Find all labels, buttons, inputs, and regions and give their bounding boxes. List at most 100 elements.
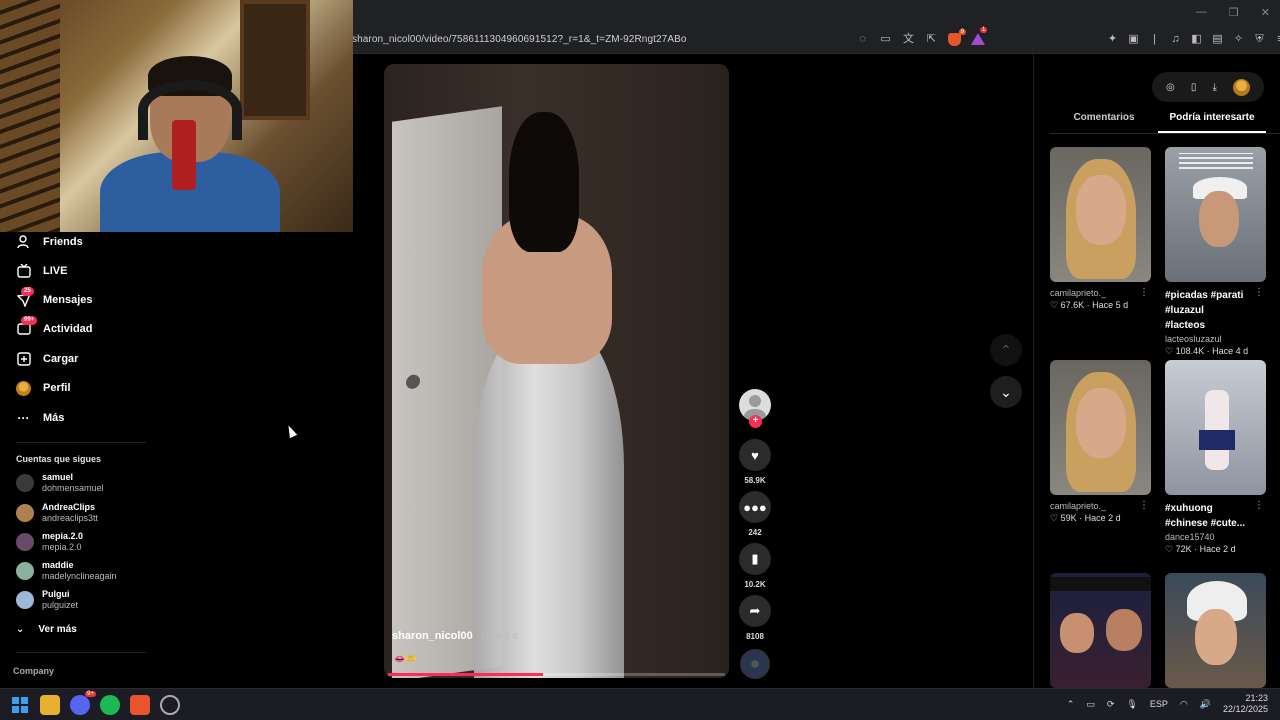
like-button[interactable]: ♥: [739, 439, 771, 471]
brave-shield-icon[interactable]: 9: [948, 29, 966, 46]
more-options-icon[interactable]: ⋮: [1254, 500, 1264, 511]
mic-icon[interactable]: 🎙: [1126, 699, 1137, 710]
recommended-card[interactable]: ⋮ camilaprieto._ ♡ 67.6K · Hace 5 d: [1050, 147, 1151, 311]
translate-icon[interactable]: 文: [902, 33, 915, 46]
comment-button[interactable]: ●●●: [739, 491, 771, 523]
network-icon[interactable]: ▭: [1086, 699, 1095, 710]
previous-video-button[interactable]: ⌃: [990, 334, 1022, 366]
url-field[interactable]: sharon_nicol00/video/7586111304960691512…: [352, 34, 687, 45]
menu-icon[interactable]: ≡: [1274, 33, 1280, 46]
tab-recommended[interactable]: Podría interesarte: [1158, 110, 1266, 133]
card-user[interactable]: camilaprieto._: [1050, 501, 1151, 511]
music-disc-icon[interactable]: [740, 649, 770, 679]
sidebar-item-upload[interactable]: Cargar: [16, 348, 78, 370]
card-title[interactable]: #xuhuong #chinese #cute...: [1165, 501, 1255, 531]
sidebar-item-activity[interactable]: 99+ Actividad: [16, 315, 93, 340]
card-thumbnail[interactable]: [1050, 360, 1151, 495]
next-video-button[interactable]: ⌄: [990, 376, 1022, 408]
mouse-cursor-icon: [284, 423, 298, 439]
compass-icon[interactable]: ◎: [1166, 82, 1175, 93]
more-options-icon[interactable]: ⋮: [1254, 287, 1264, 298]
more-options-icon[interactable]: ⋮: [1139, 500, 1149, 511]
sync-icon[interactable]: ⟳: [1107, 699, 1115, 710]
card-thumbnail[interactable]: [1050, 573, 1151, 688]
streamer: [80, 40, 280, 232]
user-avatar[interactable]: [1232, 78, 1250, 96]
card-user[interactable]: camilaprieto._: [1050, 288, 1151, 298]
clock-time: 21:23: [1245, 693, 1268, 703]
panel-tabs: Comentarios Podría interesarte: [1050, 110, 1280, 134]
video-author[interactable]: sharon_nicol00 · Hace 1 d: [392, 630, 517, 642]
sidebar-toggle-icon[interactable]: ◧: [1190, 33, 1203, 46]
following-item[interactable]: maddie madelynclineagain: [16, 560, 117, 582]
card-thumbnail[interactable]: [1165, 147, 1266, 282]
brave-browser-icon[interactable]: [130, 695, 150, 715]
cast-icon[interactable]: ▭: [879, 33, 892, 46]
recommended-card[interactable]: ⋮ #xuhuong #chinese #cute... dance15740 …: [1165, 360, 1266, 555]
following-item[interactable]: mepia.2.0 mepia.2.0: [16, 531, 83, 553]
brave-rewards-icon[interactable]: 1: [971, 27, 988, 45]
spotify-icon[interactable]: [100, 695, 120, 715]
recommended-card[interactable]: ⋮ #picadas #parati #luzazul #lacteos lac…: [1165, 147, 1266, 357]
card-time: Hace 2 d: [1199, 544, 1236, 554]
sidebar-item-friends[interactable]: Friends: [16, 231, 83, 253]
following-item[interactable]: Pulgui pulguizet: [16, 589, 78, 611]
extensions-icon[interactable]: ✦: [1106, 33, 1119, 46]
screenshot-icon[interactable]: ▣: [1127, 33, 1140, 46]
card-user[interactable]: lacteosluzazul: [1165, 334, 1266, 344]
card-stats: ♡ 108.4K · Hace 4 d: [1165, 346, 1249, 356]
see-more-button[interactable]: ⌄ Ver más: [16, 624, 77, 635]
wifi-icon[interactable]: ◠: [1180, 699, 1188, 710]
windows-start-icon[interactable]: [10, 695, 30, 715]
language-indicator[interactable]: ESP: [1150, 699, 1168, 709]
media-blocked-icon[interactable]: ◌: [856, 33, 869, 46]
recommended-card[interactable]: [1050, 573, 1151, 688]
vpn-icon[interactable]: ⛨: [1253, 33, 1266, 46]
more-options-icon[interactable]: ⋮: [1139, 287, 1149, 298]
discord-icon[interactable]: 9+: [70, 691, 96, 715]
following-item[interactable]: samuel dohmensamuel: [16, 472, 104, 494]
following-name: samuel: [42, 472, 74, 482]
card-thumbnail[interactable]: [1165, 360, 1266, 495]
phone-icon[interactable]: ▯: [1191, 82, 1197, 93]
card-thumbnail[interactable]: [1165, 573, 1266, 688]
sidebar-item-profile[interactable]: Perfil: [16, 377, 71, 399]
sidebar-item-more[interactable]: ··· Más: [16, 407, 65, 429]
sidebar-item-live[interactable]: LIVE: [16, 260, 67, 282]
card-thumbnail[interactable]: [1050, 147, 1151, 282]
video-player[interactable]: sharon_nicol00 · Hace 1 d 👄🫶: [384, 64, 729, 678]
clock[interactable]: 21:23 22/12/2025: [1223, 693, 1268, 715]
video-progress-bar[interactable]: [388, 673, 725, 676]
wallet-icon[interactable]: ▤: [1211, 33, 1224, 46]
video-author-name[interactable]: sharon_nicol00: [392, 630, 473, 642]
volume-icon[interactable]: 🔊: [1200, 699, 1211, 710]
download-icon[interactable]: ⤓: [1212, 82, 1216, 93]
heart-icon: ♥: [751, 447, 759, 463]
follow-plus-icon[interactable]: +: [749, 415, 762, 428]
ai-icon[interactable]: ✧: [1232, 33, 1245, 46]
recommended-card[interactable]: [1165, 573, 1266, 688]
card-title[interactable]: #picadas #parati #luzazul #lacteos: [1165, 288, 1245, 333]
save-button[interactable]: ▮: [739, 543, 771, 575]
divider: [16, 442, 146, 443]
minimize-icon[interactable]: —: [1196, 6, 1207, 19]
obs-icon[interactable]: [160, 695, 180, 715]
chevron-up-icon[interactable]: ⌃: [1067, 699, 1075, 710]
restore-icon[interactable]: ❐: [1229, 6, 1239, 19]
recommended-card[interactable]: ⋮ camilaprieto._ ♡ 59K · Hace 2 d: [1050, 360, 1151, 524]
card-user[interactable]: dance15740: [1165, 532, 1266, 542]
music-icon[interactable]: ♫: [1169, 33, 1182, 46]
following-item[interactable]: AndreaClips andreaclips3tt: [16, 502, 98, 524]
save-count: 10.2K: [744, 580, 766, 589]
share-icon[interactable]: ⇱: [925, 33, 938, 46]
sidebar-item-messages[interactable]: 25 Mensajes: [16, 286, 93, 311]
tab-comments[interactable]: Comentarios: [1050, 110, 1158, 133]
share-button[interactable]: ➦: [739, 595, 771, 627]
left-sidebar: Friends LIVE 25 Mensajes 99+ Actividad C…: [0, 232, 160, 688]
card-time: Hace 5 d: [1092, 300, 1129, 310]
extension-icons: ✦ ▣ | ♫ ◧ ▤ ✧ ⛨ ≡: [1106, 33, 1280, 46]
window-controls: — ❐ ✕: [1196, 6, 1270, 19]
company-link[interactable]: Company: [13, 666, 54, 676]
file-explorer-icon[interactable]: [40, 695, 60, 715]
close-icon[interactable]: ✕: [1261, 6, 1270, 19]
